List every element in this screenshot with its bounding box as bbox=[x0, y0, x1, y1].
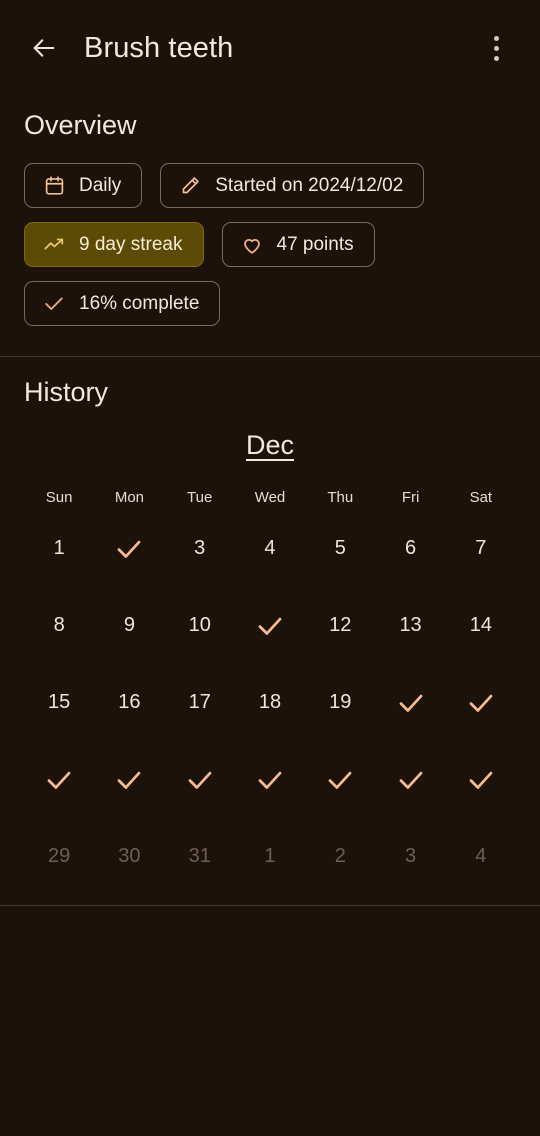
app-bar: Brush teeth bbox=[0, 0, 540, 96]
history-heading: History bbox=[24, 377, 109, 407]
calendar-week-row: 8 9 10 12 13 14 bbox=[24, 587, 516, 664]
overview-chip-group: Daily Started on 2024/12/02 9 day streak bbox=[24, 163, 516, 356]
calendar-day[interactable]: 8 bbox=[24, 587, 94, 664]
check-icon bbox=[396, 688, 426, 718]
check-icon bbox=[255, 765, 285, 795]
chip-start-date[interactable]: Started on 2024/12/02 bbox=[160, 163, 425, 208]
chip-completion[interactable]: 16% complete bbox=[24, 281, 221, 326]
check-icon bbox=[325, 765, 355, 795]
calendar-week-row: 29 30 31 1 2 3 4 bbox=[24, 818, 516, 895]
chip-completion-label: 16% complete bbox=[79, 293, 200, 314]
calendar-day-completed[interactable] bbox=[305, 741, 375, 818]
calendar-day[interactable]: 1 bbox=[235, 818, 305, 895]
weekday-header: Tue bbox=[187, 489, 213, 506]
calendar-day-completed[interactable] bbox=[235, 741, 305, 818]
check-icon bbox=[44, 765, 74, 795]
history-calendar: Sun Mon Tue Wed Thu Fri Sat 1 3 4 5 6 7 8 9 10 12 13 14 15… bbox=[24, 483, 516, 895]
check-icon bbox=[185, 765, 215, 795]
more-vertical-icon-dot bbox=[493, 55, 499, 61]
heart-icon bbox=[241, 234, 263, 256]
calendar-week-row: 15 16 17 18 19 bbox=[24, 664, 516, 741]
check-icon bbox=[114, 765, 144, 795]
calendar-day-completed[interactable] bbox=[165, 741, 235, 818]
calendar-day[interactable]: 9 bbox=[94, 587, 164, 664]
calendar-day[interactable]: 5 bbox=[305, 510, 375, 587]
calendar-day[interactable]: 14 bbox=[446, 587, 516, 664]
calendar-day[interactable]: 30 bbox=[94, 818, 164, 895]
overview-section: Overview Daily Started on 2024/12/02 9 d… bbox=[0, 96, 540, 356]
weekday-header-row: Sun Mon Tue Wed Thu Fri Sat bbox=[24, 483, 516, 510]
calendar-day[interactable]: 4 bbox=[235, 510, 305, 587]
calendar-day[interactable]: 19 bbox=[305, 664, 375, 741]
calendar-day-completed[interactable] bbox=[375, 664, 445, 741]
chip-streak-label: 9 day streak bbox=[79, 234, 183, 255]
calendar-day[interactable]: 10 bbox=[165, 587, 235, 664]
calendar-day[interactable]: 29 bbox=[24, 818, 94, 895]
back-button[interactable] bbox=[22, 26, 66, 70]
more-vertical-icon-dot bbox=[493, 45, 499, 51]
chip-frequency-label: Daily bbox=[79, 175, 122, 196]
calendar-day[interactable]: 15 bbox=[24, 664, 94, 741]
page-title: Brush teeth bbox=[84, 31, 234, 64]
check-icon bbox=[396, 765, 426, 795]
calendar-day-completed[interactable] bbox=[94, 510, 164, 587]
calendar-week-row bbox=[24, 741, 516, 818]
check-icon bbox=[466, 688, 496, 718]
calendar-day[interactable]: 13 bbox=[375, 587, 445, 664]
chip-frequency[interactable]: Daily bbox=[24, 163, 143, 208]
calendar-day[interactable]: 17 bbox=[165, 664, 235, 741]
calendar-day-completed[interactable] bbox=[94, 741, 164, 818]
month-selector-row: Dec bbox=[24, 428, 516, 463]
calendar-day[interactable]: 3 bbox=[375, 818, 445, 895]
pencil-icon bbox=[179, 175, 201, 197]
overview-heading: Overview bbox=[24, 110, 137, 140]
check-icon bbox=[466, 765, 496, 795]
history-section: History Dec Sun Mon Tue Wed Thu Fri Sat 134567… bbox=[0, 357, 540, 895]
calendar-day-completed[interactable] bbox=[446, 741, 516, 818]
more-vertical-icon bbox=[493, 35, 499, 41]
weekday-header: Thu bbox=[327, 489, 354, 506]
calendar-day-completed[interactable] bbox=[375, 741, 445, 818]
calendar-day[interactable]: 31 bbox=[165, 818, 235, 895]
calendar-day[interactable]: 1 bbox=[24, 510, 94, 587]
month-label[interactable]: Dec bbox=[242, 428, 298, 463]
calendar-icon bbox=[43, 175, 65, 197]
weekday-header: Sat bbox=[469, 489, 493, 506]
weekday-header: Fri bbox=[401, 489, 420, 506]
calendar-weeks: 1 3 4 5 6 7 8 9 10 12 13 14 15 16 17 18 19 29 30 31 1 2 3 4 bbox=[24, 510, 516, 895]
trending-up-icon bbox=[43, 234, 65, 256]
calendar-day[interactable]: 4 bbox=[446, 818, 516, 895]
calendar-day[interactable]: 7 bbox=[446, 510, 516, 587]
chip-start-date-label: Started on 2024/12/02 bbox=[215, 175, 404, 196]
weekday-header: Wed bbox=[254, 489, 286, 506]
check-icon bbox=[255, 611, 285, 641]
chip-points[interactable]: 47 points bbox=[221, 222, 375, 267]
calendar-day-completed[interactable] bbox=[446, 664, 516, 741]
chip-points-label: 47 points bbox=[276, 234, 354, 255]
calendar-week-row: 134567 bbox=[24, 510, 516, 587]
arrow-left-icon bbox=[30, 34, 58, 62]
check-icon bbox=[114, 534, 144, 564]
calendar-day[interactable]: 16 bbox=[94, 664, 164, 741]
weekday-header: Mon bbox=[114, 489, 145, 506]
calendar-day-completed[interactable] bbox=[24, 741, 94, 818]
overflow-menu-button[interactable] bbox=[476, 26, 516, 70]
calendar-day-completed[interactable] bbox=[235, 587, 305, 664]
calendar-day[interactable]: 18 bbox=[235, 664, 305, 741]
calendar-day[interactable]: 12 bbox=[305, 587, 375, 664]
calendar-day[interactable]: 6 bbox=[375, 510, 445, 587]
weekday-header: Sun bbox=[45, 489, 73, 506]
chip-streak[interactable]: 9 day streak bbox=[24, 222, 204, 267]
calendar-day[interactable]: 3 bbox=[165, 510, 235, 587]
check-icon bbox=[43, 293, 65, 315]
calendar-day[interactable]: 2 bbox=[305, 818, 375, 895]
history-bottom-divider bbox=[0, 905, 540, 906]
